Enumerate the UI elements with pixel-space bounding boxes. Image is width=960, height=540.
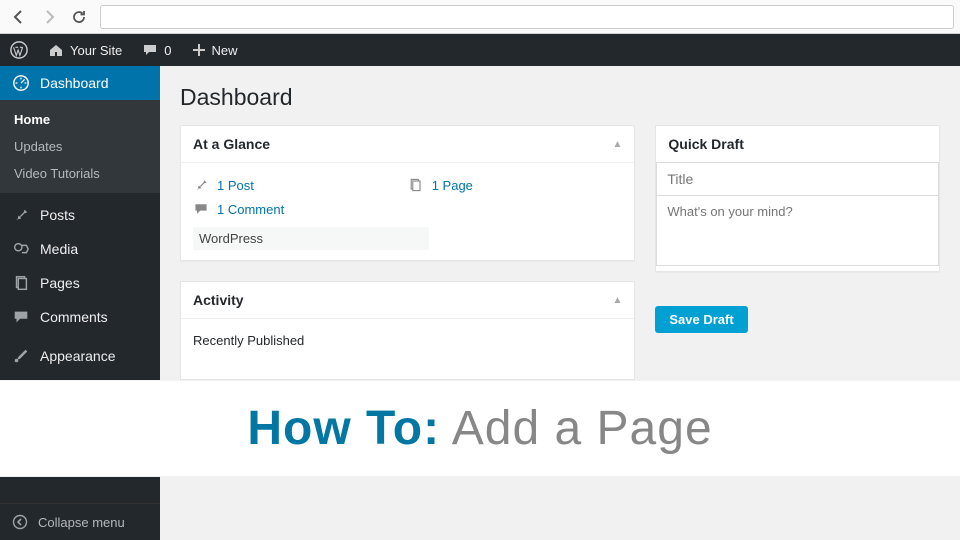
collapse-menu-button[interactable]: Collapse menu: [0, 503, 160, 540]
comments-link[interactable]: 0: [132, 34, 181, 66]
collapse-icon: [12, 514, 28, 530]
sidebar-item-dashboard[interactable]: Dashboard: [0, 66, 160, 100]
comment-icon: [142, 42, 158, 58]
pin-icon: [12, 206, 30, 224]
sidebar-item-label: Dashboard: [40, 75, 109, 91]
sidebar-item-label: Pages: [40, 275, 80, 291]
sidebar-item-pages[interactable]: Pages: [0, 266, 160, 300]
glance-posts-link[interactable]: 1 Post: [193, 173, 408, 197]
reload-button[interactable]: [66, 4, 92, 30]
glance-posts-label: 1 Post: [217, 178, 254, 193]
glance-pages-label: 1 Page: [432, 178, 473, 193]
pin-icon: [193, 177, 209, 193]
site-name-label: Your Site: [70, 43, 122, 58]
browser-toolbar: [0, 0, 960, 34]
sidebar-item-posts[interactable]: Posts: [0, 198, 160, 232]
brush-icon: [12, 347, 30, 365]
sidebar-item-label: Posts: [40, 207, 75, 223]
sidebar-item-label: Appearance: [40, 348, 116, 364]
wp-logo-button[interactable]: [0, 34, 38, 66]
back-button[interactable]: [6, 4, 32, 30]
new-content-button[interactable]: New: [182, 34, 248, 66]
comment-icon: [193, 201, 209, 217]
glance-pages-link[interactable]: 1 Page: [408, 173, 623, 197]
recently-published-label: Recently Published: [193, 329, 622, 352]
collapse-label: Collapse menu: [38, 515, 125, 530]
submenu-video-tutorials[interactable]: Video Tutorials: [0, 160, 160, 187]
dashboard-submenu: Home Updates Video Tutorials: [0, 100, 160, 193]
comment-count: 0: [164, 43, 171, 58]
site-name-link[interactable]: Your Site: [38, 34, 132, 66]
tutorial-overlay: How To: Add a Page: [0, 380, 960, 477]
glance-comments-link[interactable]: 1 Comment: [193, 197, 622, 221]
plus-icon: [192, 43, 206, 57]
forward-button[interactable]: [36, 4, 62, 30]
wp-admin-bar: Your Site 0 New: [0, 34, 960, 66]
dashboard-icon: [12, 74, 30, 92]
at-a-glance-box: At a Glance ▲ 1 Post 1 Page: [180, 125, 635, 261]
quick-draft-box: Quick Draft: [655, 125, 940, 272]
media-icon: [12, 240, 30, 258]
sidebar-item-label: Media: [40, 241, 78, 257]
at-a-glance-title: At a Glance: [193, 136, 270, 152]
overlay-bold: How To:: [247, 402, 440, 455]
comments-icon: [12, 308, 30, 326]
wp-version-label: WordPress: [193, 227, 429, 250]
collapse-triangle-icon[interactable]: ▲: [612, 295, 622, 306]
home-icon: [48, 42, 64, 58]
url-bar[interactable]: [100, 5, 954, 29]
page-icon: [408, 177, 424, 193]
overlay-light: Add a Page: [440, 402, 713, 455]
activity-box: Activity ▲ Recently Published: [180, 281, 635, 380]
draft-title-input[interactable]: [656, 162, 939, 196]
collapse-triangle-icon[interactable]: ▲: [612, 139, 622, 150]
save-draft-button[interactable]: Save Draft: [655, 306, 747, 333]
page-title: Dashboard: [180, 84, 940, 111]
glance-comments-label: 1 Comment: [217, 202, 284, 217]
sidebar-item-media[interactable]: Media: [0, 232, 160, 266]
sidebar-item-comments[interactable]: Comments: [0, 300, 160, 334]
quick-draft-title: Quick Draft: [668, 136, 743, 152]
activity-title: Activity: [193, 292, 244, 308]
sidebar-item-appearance[interactable]: Appearance: [0, 339, 160, 373]
submenu-home[interactable]: Home: [0, 106, 160, 133]
wordpress-icon: [10, 41, 28, 59]
page-icon: [12, 274, 30, 292]
draft-content-textarea[interactable]: [656, 196, 939, 266]
submenu-updates[interactable]: Updates: [0, 133, 160, 160]
sidebar-item-label: Comments: [40, 309, 108, 325]
new-label: New: [212, 43, 238, 58]
